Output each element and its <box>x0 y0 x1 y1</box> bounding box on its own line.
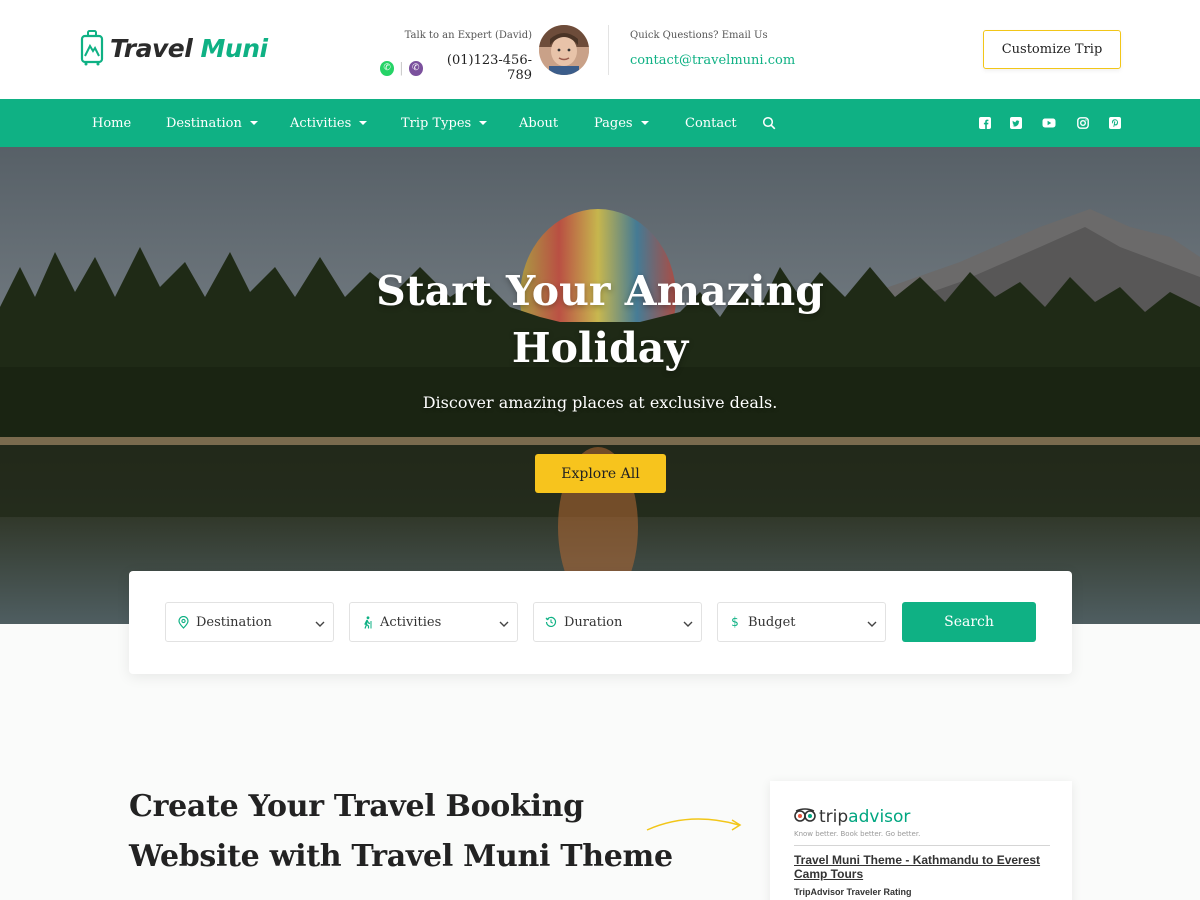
owl-icon <box>794 807 816 827</box>
hero-title-line1: Start Your Amazing <box>376 267 824 315</box>
customize-trip-button[interactable]: Customize Trip <box>983 30 1121 69</box>
nav-item-activities[interactable]: Activities <box>290 99 368 147</box>
top-header: Travel Muni Talk to an Expert (David) ✆ … <box>0 0 1200 99</box>
promo-title-line1: Create Your Travel Booking <box>129 789 584 824</box>
quick-label: Quick Questions? Email Us <box>630 30 768 41</box>
budget-select-label: Budget <box>748 614 796 630</box>
header-divider <box>608 25 609 75</box>
hero-background-image <box>0 147 1200 624</box>
main-nav: Home Destination Activities Trip Types A… <box>0 99 1200 147</box>
youtube-icon[interactable] <box>1042 116 1056 130</box>
nav-item-destination[interactable]: Destination <box>166 99 258 147</box>
activities-select-label: Activities <box>380 614 442 630</box>
nav-label: Home <box>92 115 132 131</box>
budget-select[interactable]: $ Budget <box>717 602 886 642</box>
chevron-down-icon <box>315 617 325 632</box>
whatsapp-icon[interactable]: ✆ <box>380 60 395 76</box>
nav-label: Activities <box>290 115 352 131</box>
nav-label: Contact <box>685 115 737 131</box>
logo-word-travel: Travel <box>110 33 193 63</box>
expert-label: Talk to an Expert (David) <box>404 30 532 41</box>
trip-search-panel: Destination Activities Duration $ Budget… <box>129 571 1072 674</box>
promo-title-line2: Website with Travel Muni Theme <box>129 839 673 874</box>
hero-title-line2: Holiday <box>511 324 689 372</box>
nav-label: Trip Types <box>401 115 472 131</box>
tripadvisor-rating-label: TripAdvisor Traveler Rating <box>794 887 912 897</box>
chevron-down-icon <box>683 617 693 632</box>
pinterest-icon[interactable] <box>1108 116 1122 130</box>
search-icon[interactable] <box>762 115 776 134</box>
tripadvisor-logo-part2: advisor <box>848 807 911 827</box>
nav-label: About <box>519 115 559 131</box>
caret-down-icon <box>640 121 649 125</box>
expert-contact: Talk to an Expert (David) ✆ | ✆ (01)123-… <box>380 30 532 83</box>
promo-title: Create Your Travel Booking Website with T… <box>129 782 689 882</box>
chevron-down-icon <box>867 617 877 632</box>
caret-down-icon <box>249 121 258 125</box>
suitcase-logo-icon <box>80 30 104 66</box>
tripadvisor-tagline: Know better. Book better. Go better. <box>794 830 921 838</box>
destination-select[interactable]: Destination <box>165 602 334 642</box>
caret-down-icon <box>359 121 368 125</box>
caret-down-icon <box>479 121 488 125</box>
twitter-icon[interactable] <box>1009 116 1023 130</box>
curved-arrow-icon <box>645 813 745 839</box>
nav-item-pages[interactable]: Pages <box>594 99 649 147</box>
quick-contact: Quick Questions? Email Us contact@travel… <box>630 30 795 68</box>
logo-word-muni: Muni <box>200 33 269 63</box>
divider <box>794 845 1050 846</box>
chevron-down-icon <box>499 617 509 632</box>
contact-email-link[interactable]: contact@travelmuni.com <box>630 53 795 68</box>
logo-text: Travel Muni <box>110 34 268 63</box>
tripadvisor-review-link[interactable]: Travel Muni Theme - Kathmandu to Everest… <box>794 853 1054 881</box>
phone-number[interactable]: (01)123-456-789 <box>428 53 532 83</box>
nav-item-home[interactable]: Home <box>92 99 131 147</box>
nav-label: Pages <box>594 115 633 131</box>
explore-all-button[interactable]: Explore All <box>535 454 666 493</box>
nav-label: Destination <box>166 115 242 131</box>
facebook-icon[interactable] <box>978 116 992 130</box>
nav-item-about[interactable]: About <box>519 99 558 147</box>
dollar-icon: $ <box>731 615 739 629</box>
duration-select[interactable]: Duration <box>533 602 702 642</box>
site-logo[interactable]: Travel Muni <box>80 30 268 66</box>
tripadvisor-widget: tripadvisor Know better. Book better. Go… <box>770 781 1072 900</box>
search-button[interactable]: Search <box>902 602 1036 642</box>
tripadvisor-logo[interactable]: tripadvisor <box>794 807 910 827</box>
hero-subtitle: Discover amazing places at exclusive dea… <box>422 393 778 412</box>
destination-select-label: Destination <box>196 614 272 630</box>
nav-item-contact[interactable]: Contact <box>685 99 737 147</box>
tripadvisor-logo-part1: trip <box>819 807 849 827</box>
map-pin-icon <box>176 615 190 629</box>
icon-divider: | <box>399 60 404 76</box>
instagram-icon[interactable] <box>1076 116 1090 130</box>
history-icon <box>544 616 558 628</box>
expert-phone-row: ✆ | ✆ (01)123-456-789 <box>380 53 532 83</box>
expert-avatar <box>539 25 589 75</box>
viber-icon[interactable]: ✆ <box>408 60 423 76</box>
hiking-icon <box>360 615 374 629</box>
duration-select-label: Duration <box>564 614 623 630</box>
activities-select[interactable]: Activities <box>349 602 518 642</box>
hero-title: Start Your Amazing Holiday <box>300 263 900 377</box>
nav-item-trip-types[interactable]: Trip Types <box>401 99 488 147</box>
hero-section: Start Your Amazing Holiday Discover amazi… <box>0 147 1200 624</box>
